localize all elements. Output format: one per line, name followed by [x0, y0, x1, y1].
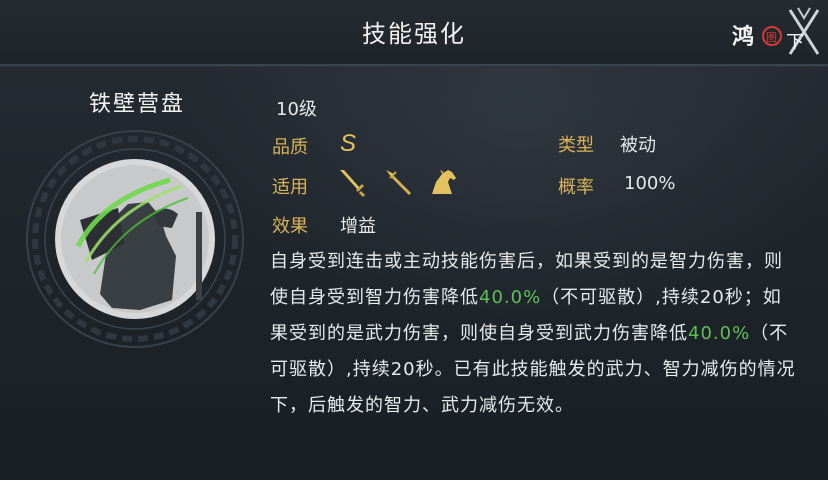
horse-icon — [432, 170, 456, 194]
header-divider — [0, 66, 828, 67]
sword-icon — [340, 170, 366, 198]
page-title: 技能强化 — [362, 20, 466, 48]
svg-text:下: 下 — [786, 32, 804, 53]
skill-description: 自身受到连击或主动技能伤害后，如果受到的是智力伤害，则使自身受到智力伤害降低40… — [270, 244, 800, 424]
quality-value: S — [340, 130, 357, 157]
svg-text:鸿: 鸿 — [732, 24, 754, 50]
type-label: 类型 — [558, 135, 594, 156]
rate-label: 概率 — [558, 177, 594, 198]
effect-label: 效果 — [272, 216, 308, 237]
spear-icon — [386, 170, 412, 196]
skill-level: 10级 — [276, 99, 317, 120]
type-value: 被动 — [620, 135, 656, 156]
skill-panel: 技能强化 鸿 图 下 铁壁营盘 10级 品质 S 类型 被动 适用 概率 100… — [0, 0, 828, 480]
apply-label: 适用 — [272, 177, 308, 198]
skill-emblem — [26, 130, 244, 348]
svg-text:图: 图 — [766, 31, 777, 44]
quality-label: 品质 — [272, 137, 308, 158]
description-value-1: 40.0% — [479, 287, 542, 308]
skill-name: 铁壁营盘 — [88, 92, 185, 117]
description-value-2: 40.0% — [688, 323, 751, 344]
effect-value: 增益 — [340, 216, 376, 237]
rate-value: 100% — [624, 173, 676, 194]
game-logo: 鸿 图 下 — [732, 7, 820, 55]
